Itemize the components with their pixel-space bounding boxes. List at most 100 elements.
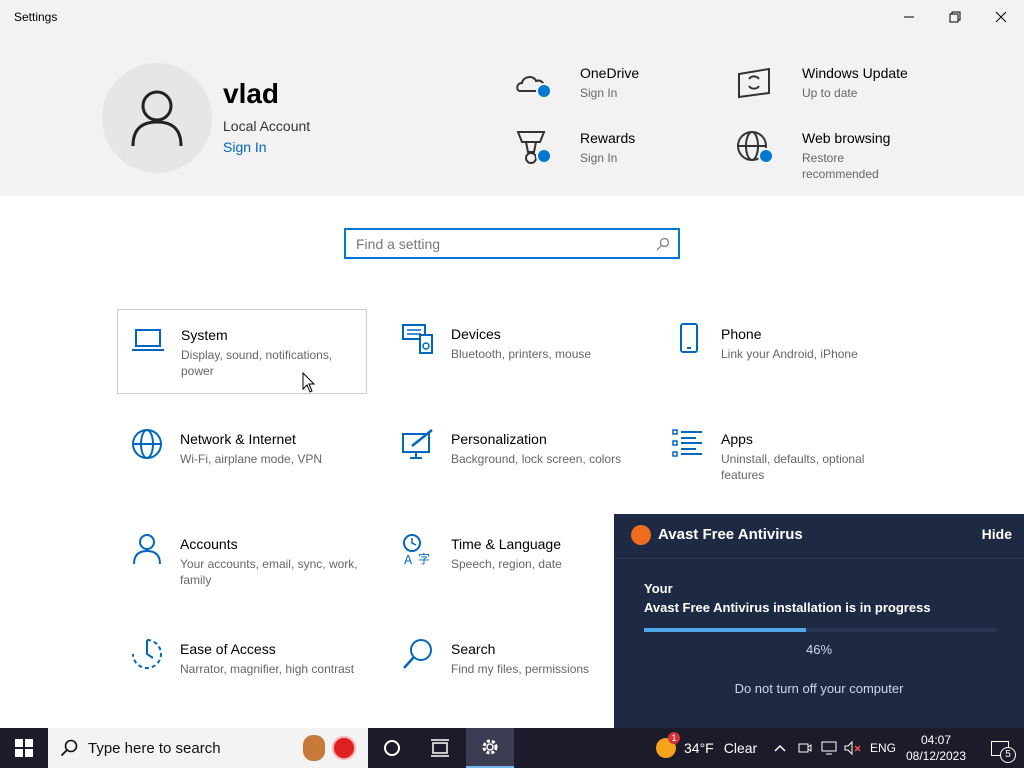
service-subtitle: Restore recommended [802,151,879,181]
category-subtitle: Find my files, permissions [451,662,590,676]
category-subtitle: Bluetooth, printers, mouse [451,347,592,361]
person-icon [133,534,161,565]
person-icon [131,90,183,147]
service-subtitle: Up to date [802,86,858,100]
avatar[interactable] [102,63,212,173]
globe-icon [132,429,162,459]
paintbrush-icon [402,429,433,459]
meet-now-tray[interactable] [796,728,814,768]
minimize-icon [904,16,914,18]
avast-progress-fill [644,628,806,632]
account-sign-in-link[interactable]: Sign In [223,139,267,155]
settings-search-input[interactable] [356,235,646,253]
cortana-button[interactable] [368,728,416,768]
category-accounts[interactable]: Accounts Your accounts, email, sync, wor… [117,519,367,604]
weather-condition: Clear [723,740,758,756]
category-subtitle: Background, lock screen, colors [451,452,622,466]
ornament-icon [332,736,356,760]
avast-progress-percent: 46% [805,642,833,657]
avast-message-line1: Your [644,581,673,596]
avast-warning-note: Do not turn off your computer [734,681,904,696]
category-network-internet[interactable]: Network & Internet Wi-Fi, airplane mode,… [117,414,367,499]
volume-tray[interactable] [844,728,862,768]
category-title: Network & Internet [180,431,296,447]
category-subtitle: Wi-Fi, airplane mode, VPN [180,452,323,466]
settings-search-box[interactable] [344,228,680,259]
time-language-icon: A 字 [403,534,430,565]
start-button[interactable] [0,728,48,768]
gingerbread-icon [303,735,325,761]
update-icon [738,67,770,99]
clock[interactable]: 04:07 08/12/2023 [900,732,972,764]
service-subtitle: Sign In [580,151,618,165]
task-view-button[interactable] [416,728,464,768]
cortana-icon [384,740,400,756]
service-web-browsing[interactable]: Web browsing Restore recommended [736,130,936,181]
category-search[interactable]: Search Find my files, permissions [388,624,638,709]
avast-hide-button[interactable]: Hide [982,526,1012,542]
taskbar: Type here to search 1 34°F Clear ENG 04:… [0,728,1024,768]
avast-logo-icon [631,525,651,545]
category-subtitle: Link your Android, iPhone [721,347,858,361]
clock-time: 04:07 [920,733,952,747]
category-ease-of-access[interactable]: Ease of Access Narrator, magnifier, high… [117,624,367,709]
weather-badge: 1 [668,732,680,744]
network-tray[interactable] [820,728,838,768]
taskbar-search-box[interactable]: Type here to search [48,728,368,768]
minimize-button[interactable] [886,0,932,34]
category-subtitle: Narrator, magnifier, high contrast [180,662,355,676]
show-hidden-icons-button[interactable] [770,728,790,768]
category-title: Ease of Access [180,641,276,657]
window-title: Settings [14,10,58,24]
category-apps[interactable]: Apps Uninstall, defaults, optional featu… [658,414,908,499]
action-center-button[interactable]: 5 [978,728,1022,768]
search-icon [60,739,78,757]
network-icon [821,741,837,755]
divider [614,558,1024,559]
avast-notification: Avast Free Antivirus Hide Your Avast Fre… [614,514,1024,728]
category-title: Time & Language [451,536,561,552]
service-title: OneDrive [580,65,640,81]
status-dot [536,148,552,164]
notification-icon: 5 [991,740,1016,763]
status-dot [536,83,552,99]
category-title: Accounts [180,536,238,552]
taskbar-search-placeholder: Type here to search [88,740,221,757]
clock-date: 08/12/2023 [905,749,967,763]
search-icon [403,639,432,669]
search-icon[interactable] [656,237,670,251]
category-time-language[interactable]: A 字 Time & Language Speech, region, date [388,519,638,604]
task-view-icon [431,739,449,757]
weather-temperature: 34°F [684,740,714,756]
restore-icon [949,11,961,23]
category-phone[interactable]: Phone Link your Android, iPhone [658,309,908,394]
devices-icon [402,324,433,354]
laptop-icon [132,329,164,351]
weather-widget[interactable]: 1 34°F Clear [656,728,757,768]
restore-button[interactable] [932,0,978,34]
category-subtitle: Display, sound, notifications, power [181,348,333,378]
apps-list-icon [672,429,702,457]
category-devices[interactable]: Devices Bluetooth, printers, mouse [388,309,638,394]
close-icon [995,11,1007,23]
service-rewards[interactable]: Rewards Sign In [514,130,714,170]
svg-text:字: 字 [418,551,430,565]
phone-icon [680,323,698,353]
service-windows-update[interactable]: Windows Update Up to date [736,65,936,105]
category-subtitle: Speech, region, date [451,557,562,571]
close-button[interactable] [978,0,1024,34]
service-onedrive[interactable]: OneDrive Sign In [514,65,714,105]
category-subtitle: Uninstall, defaults, optional features [721,452,865,482]
service-title: Windows Update [802,65,908,81]
windows-logo-icon [15,739,33,757]
moon-icon: 1 [656,732,680,758]
category-personalization[interactable]: Personalization Background, lock screen,… [388,414,638,499]
service-title: Web browsing [802,130,891,146]
settings-taskbar-button[interactable] [466,728,514,768]
account-header: vlad Local Account Sign In OneDrive Sign… [0,34,1024,196]
notification-count: 5 [1000,746,1016,763]
avast-progress-bar [644,628,996,632]
category-title: Personalization [451,431,547,447]
category-system[interactable]: System Display, sound, notifications, po… [117,309,367,394]
language-indicator[interactable]: ENG [868,728,898,768]
